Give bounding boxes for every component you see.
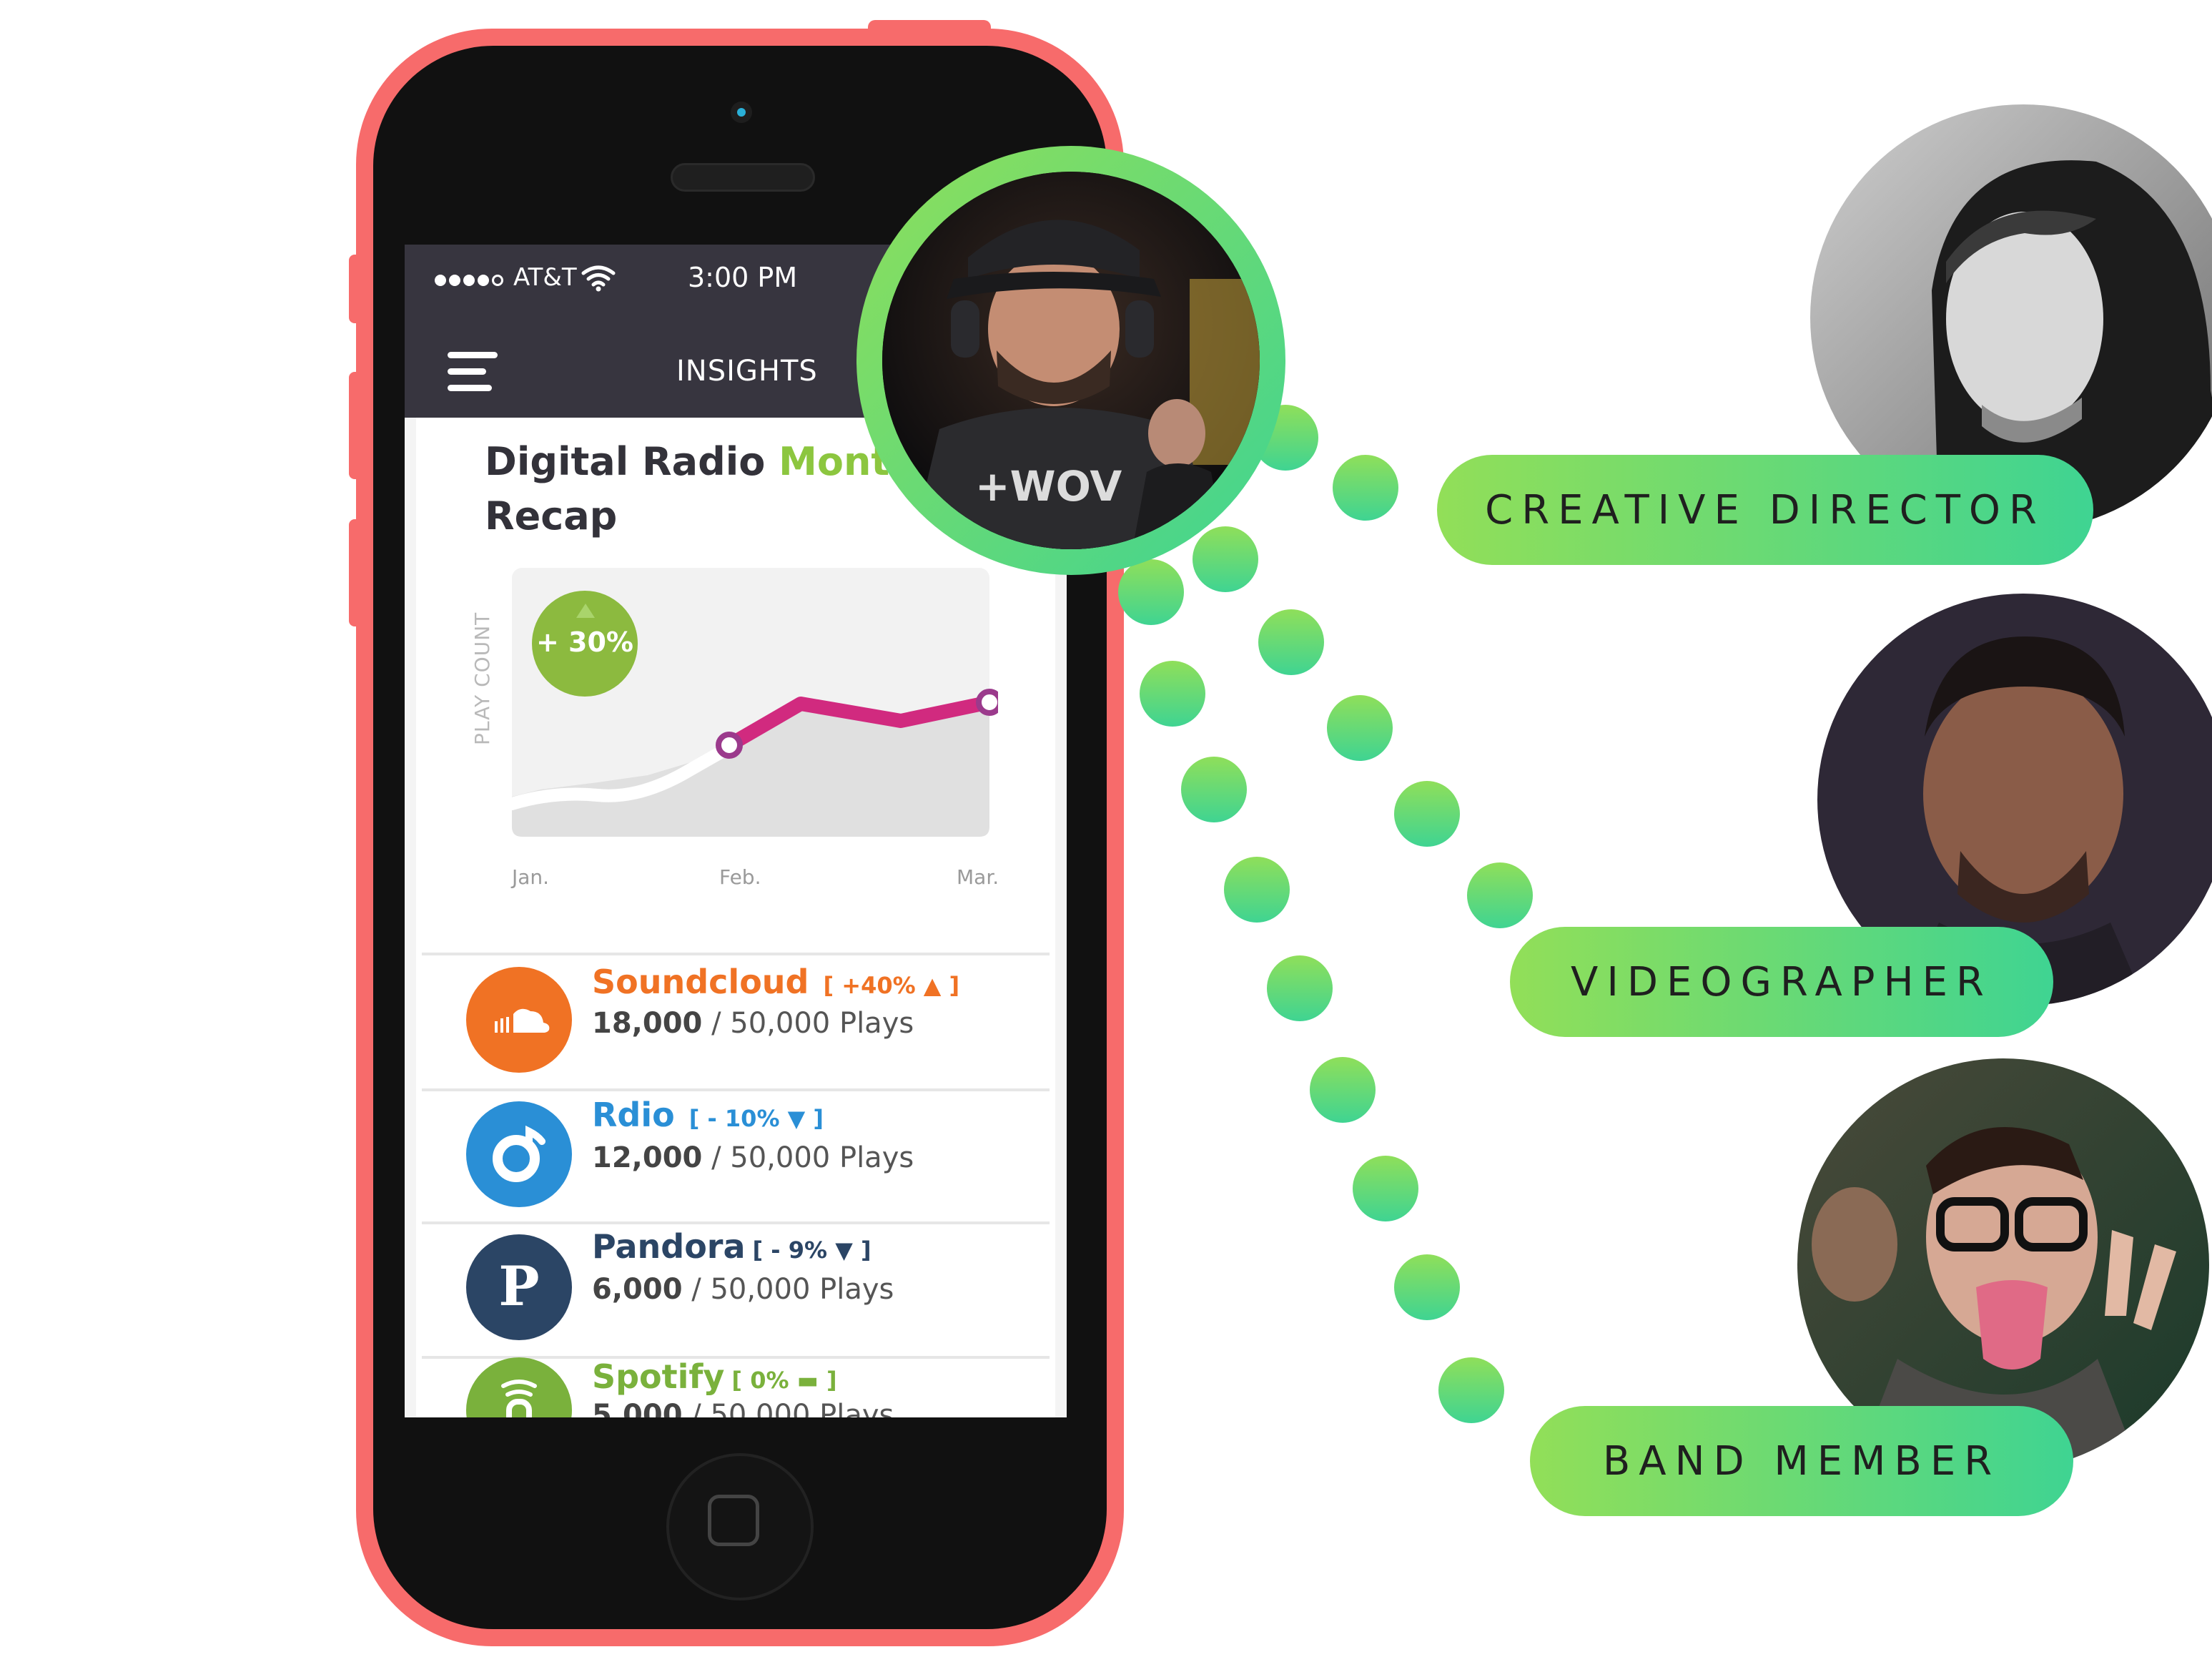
connector-dot: [1181, 757, 1247, 822]
service-play-total: / 50,000 Plays: [682, 1273, 894, 1306]
service-plays-rdio: 12,000 / 50,000 Plays: [592, 1141, 914, 1174]
role-label: CREATIVE DIRECTOR: [1485, 486, 2045, 533]
front-camera: [731, 102, 752, 123]
connector-dot: [1258, 609, 1324, 675]
service-title: Spotify: [592, 1357, 725, 1396]
report-title-main: Digital Radio: [485, 439, 779, 484]
service-name-pandora: Pandora[ - 9% ▼ ]: [592, 1227, 872, 1266]
service-play-total: / 50,000 Plays: [702, 1141, 914, 1174]
change-badge-value: + 30%: [535, 626, 634, 658]
page-title: INSIGHTS: [676, 355, 818, 388]
x-tick-feb: Feb.: [719, 865, 761, 889]
connector-dot: [1438, 1357, 1504, 1423]
featured-artist-avatar[interactable]: +WOV: [882, 172, 1260, 549]
service-play-total: / 50,000 Plays: [702, 1007, 914, 1040]
spotify-icon: [466, 1357, 572, 1417]
connector-dot: [1140, 661, 1205, 727]
pandora-icon: P: [466, 1234, 572, 1340]
connector-dot: [1327, 695, 1393, 761]
service-name-spotify: Spotify[ 0% ▬ ]: [592, 1357, 837, 1396]
service-play-count: 18,000: [592, 1007, 703, 1040]
up-triangle-icon: [576, 604, 595, 618]
svg-text:+WOV: +WOV: [975, 462, 1122, 511]
service-change: [ +40% ▲ ]: [823, 972, 960, 999]
service-play-total: / 50,000 Plays: [682, 1399, 894, 1417]
service-title: Pandora: [592, 1227, 746, 1266]
connector-dot: [1467, 862, 1533, 928]
service-name-rdio: Rdio [ - 10% ▼ ]: [592, 1096, 824, 1134]
connector-dot: [1224, 857, 1290, 923]
connector-dot: [1394, 1254, 1460, 1320]
soundcloud-icon: [466, 967, 572, 1073]
change-badge: + 30%: [532, 591, 638, 697]
report-title-recap: Recap: [485, 493, 618, 539]
connector-dot: [1333, 455, 1398, 521]
connector-dot: [1118, 559, 1184, 625]
chart-point-mar: [976, 689, 998, 716]
service-title: Soundcloud: [592, 963, 809, 1001]
role-pill-creative-director[interactable]: CREATIVE DIRECTOR: [1437, 455, 2093, 565]
carrier-name: AT&T: [513, 263, 577, 292]
earpiece-speaker: [671, 163, 815, 192]
rdio-icon: [466, 1101, 572, 1207]
service-play-count: 6,000: [592, 1273, 683, 1306]
role-label: BAND MEMBER: [1602, 1437, 2001, 1485]
service-change: [ - 9% ▼ ]: [752, 1236, 872, 1264]
service-plays-pandora: 6,000 / 50,000 Plays: [592, 1273, 894, 1306]
connector-dot: [1193, 526, 1258, 592]
service-title: Rdio: [592, 1096, 675, 1134]
service-plays-spotify: 5,000 / 50,000 Plays: [592, 1399, 894, 1417]
status-time: 3:00 PM: [688, 262, 798, 293]
signal-strength-icon: [435, 266, 503, 295]
x-tick-jan: Jan.: [512, 865, 550, 889]
service-plays-soundcloud: 18,000 / 50,000 Plays: [592, 1007, 914, 1040]
home-button-square-icon: [708, 1495, 759, 1546]
connector-dot: [1267, 955, 1333, 1021]
role-label: VIDEOGRAPHER: [1571, 958, 1993, 1005]
service-play-count: 5,000: [592, 1399, 683, 1417]
service-play-count: 12,000: [592, 1141, 703, 1174]
role-pill-band-member[interactable]: BAND MEMBER: [1530, 1406, 2073, 1516]
role-pill-videographer[interactable]: VIDEOGRAPHER: [1510, 927, 2053, 1037]
service-change: [ - 10% ▼ ]: [688, 1105, 824, 1132]
connector-dot: [1353, 1156, 1418, 1221]
x-tick-mar: Mar.: [957, 865, 999, 889]
wifi-icon: [581, 265, 616, 292]
chart-point-feb: [716, 732, 743, 759]
service-change: [ 0% ▬ ]: [731, 1367, 837, 1394]
y-axis-label: PLAY COUNT: [470, 611, 494, 745]
pandora-glyph: P: [498, 1254, 540, 1318]
connector-dot: [1310, 1057, 1376, 1123]
connector-dot: [1394, 781, 1460, 847]
menu-icon[interactable]: [448, 352, 498, 392]
service-name-soundcloud: Soundcloud [ +40% ▲ ]: [592, 963, 959, 1001]
